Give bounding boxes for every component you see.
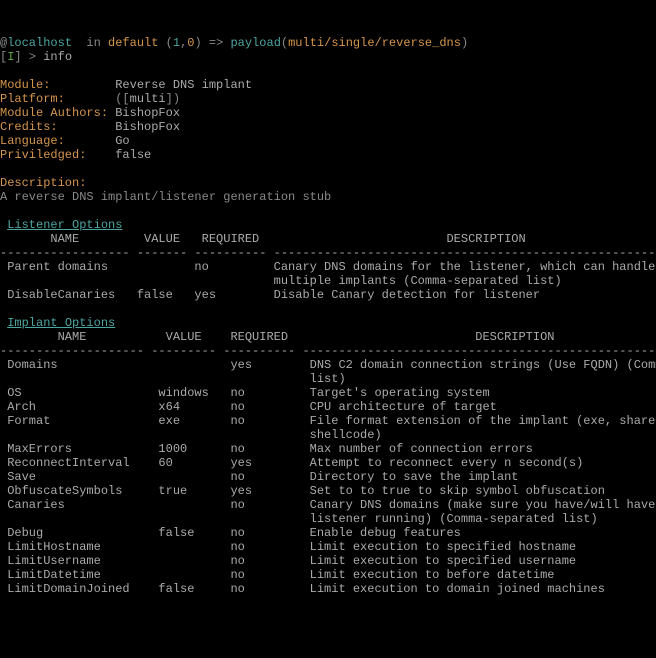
table-row: Parent domains no Canary DNS domains for… — [0, 260, 655, 274]
module-path: multi/single/reverse_dns — [288, 36, 461, 50]
listener-title: Listener Options — [7, 218, 122, 232]
credits-label: Credits: — [0, 120, 115, 134]
table-row: Arch x64 no CPU architecture of target — [0, 400, 497, 414]
table-row: OS windows no Target's operating system — [0, 386, 490, 400]
table-row: LimitUsername no Limit execution to spec… — [0, 554, 576, 568]
table-row: LimitHostname no Limit execution to spec… — [0, 540, 576, 554]
context: default — [108, 36, 158, 50]
table-row: MaxErrors 1000 no Max number of connecti… — [0, 442, 533, 456]
priv-label: Priviledged: — [0, 148, 115, 162]
terminal: @localhost in default (1,0) => payload(m… — [0, 36, 656, 596]
priv-val: false — [115, 148, 151, 162]
table-row: ReconnectInterval 60 yes Attempt to reco… — [0, 456, 583, 470]
table-row: LimitDomainJoined false no Limit executi… — [0, 582, 605, 596]
table-row: DisableCanaries false yes Disable Canary… — [0, 288, 540, 302]
table-row: Canaries no Canary DNS domains (make sur… — [0, 498, 656, 512]
credits-val: BishopFox — [115, 120, 180, 134]
desc-label: Description: — [0, 176, 86, 190]
table-row: Domains yes DNS C2 domain connection str… — [0, 358, 656, 372]
authors-label: Module Authors: — [0, 106, 115, 120]
desc-val: A reverse DNS implant/listener generatio… — [0, 190, 331, 204]
implant-title: Implant Options — [7, 316, 115, 330]
payload-label: payload — [230, 36, 280, 50]
module-label: Module: — [0, 78, 115, 92]
platform-label: Platform: — [0, 92, 115, 106]
authors-val: BishopFox — [115, 106, 180, 120]
table-row: LimitDatetime no Limit execution to befo… — [0, 568, 555, 582]
table-row: Format exe no File format extension of t… — [0, 414, 656, 428]
lang-val: Go — [115, 134, 129, 148]
in-word: in — [86, 36, 100, 50]
module-val: Reverse DNS implant — [115, 78, 252, 92]
table-row: Debug false no Enable debug features — [0, 526, 461, 540]
table-row: Save no Directory to save the implant — [0, 470, 518, 484]
host: localhost — [7, 36, 72, 50]
lang-label: Language: — [0, 134, 115, 148]
command-info: info — [43, 50, 72, 64]
table-row: ObfuscateSymbols true yes Set to to true… — [0, 484, 605, 498]
